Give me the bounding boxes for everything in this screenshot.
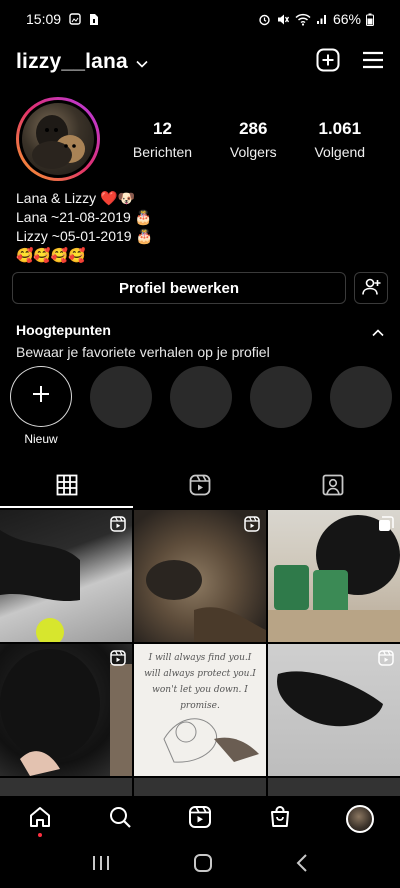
reel-icon	[378, 650, 394, 671]
post-thumbnail[interactable]: I will always find you.I will always pro…	[134, 644, 266, 776]
menu-icon[interactable]	[362, 50, 384, 75]
bottom-nav	[0, 796, 400, 842]
home-button-icon[interactable]	[193, 853, 213, 878]
chevron-up-icon[interactable]	[372, 324, 384, 342]
sim-icon	[89, 13, 99, 26]
stat-label: Volgend	[314, 143, 366, 160]
stat-value: 12	[153, 118, 172, 138]
post-thumbnail[interactable]	[134, 778, 266, 796]
search-icon	[108, 805, 132, 834]
nav-home[interactable]	[20, 799, 60, 839]
nav-search[interactable]	[100, 799, 140, 839]
highlights-row: Nieuw	[10, 366, 400, 446]
stat-value: 1.061	[318, 118, 362, 138]
bio-line: Lizzy ~05-01-2019 🎂	[16, 228, 153, 244]
battery-percent: 66%	[332, 11, 361, 27]
back-icon[interactable]	[295, 853, 309, 878]
post-thumbnail[interactable]	[0, 510, 132, 642]
post-thumbnail[interactable]	[0, 644, 132, 776]
highlights-title: Hoogtepunten	[16, 322, 111, 338]
post-thumbnail[interactable]	[0, 778, 132, 796]
highlight-placeholder	[330, 366, 392, 446]
profile-tabs	[0, 466, 400, 508]
nav-profile[interactable]	[340, 799, 380, 839]
photo-icon	[69, 13, 81, 25]
highlights-header: Hoogtepunten Bewaar je favoriete verhale…	[16, 322, 384, 360]
new-post-icon[interactable]	[316, 48, 340, 77]
bio-line: Lana ~21-08-2019 🎂	[16, 209, 153, 225]
highlight-placeholder	[170, 366, 232, 446]
tab-grid[interactable]	[0, 466, 134, 508]
system-navigation	[0, 842, 400, 888]
add-person-icon	[361, 278, 381, 299]
reel-icon	[110, 516, 126, 537]
post-thumbnail[interactable]	[268, 778, 400, 796]
profile-bio: Lana & Lizzy ❤️🐶 Lana ~21-08-2019 🎂 Lizz…	[16, 189, 153, 265]
post-thumbnail[interactable]	[268, 644, 400, 776]
reel-icon	[110, 650, 126, 671]
mute-icon	[276, 13, 290, 26]
wifi-icon	[295, 13, 311, 26]
battery-icon	[366, 13, 374, 26]
profile-stats: 12 Berichten 286 Volgers 1.061 Volgend	[114, 119, 384, 160]
profile-summary: 12 Berichten 286 Volgers 1.061 Volgend	[16, 96, 384, 182]
status-bar: 15:09 66%	[0, 0, 400, 38]
new-highlight-button[interactable]	[10, 366, 72, 427]
stat-posts[interactable]: 12 Berichten	[133, 119, 192, 160]
reel-icon	[244, 516, 260, 537]
profile-header: lizzy__lana	[0, 42, 400, 82]
username[interactable]: lizzy__lana	[16, 50, 128, 74]
profile-actions: Profiel bewerken	[12, 272, 388, 304]
highlights-subtitle: Bewaar je favoriete verhalen op je profi…	[16, 344, 270, 360]
post-thumbnail[interactable]	[134, 510, 266, 642]
alarm-icon	[258, 13, 271, 26]
profile-avatar[interactable]	[16, 97, 100, 181]
status-time: 15:09	[26, 11, 62, 27]
stat-following[interactable]: 1.061 Volgend	[314, 119, 365, 160]
chevron-down-icon[interactable]	[136, 55, 148, 73]
nav-shop[interactable]	[260, 799, 300, 839]
tab-reels[interactable]	[133, 466, 266, 508]
posts-grid: I will always find you.I will always pro…	[0, 510, 400, 796]
highlight-placeholder	[90, 366, 152, 446]
signal-icon	[316, 13, 328, 25]
reels-icon	[189, 474, 211, 501]
stat-followers[interactable]: 286 Volgers	[230, 119, 277, 160]
stat-label: Volgers	[229, 143, 277, 160]
nav-reels[interactable]	[180, 799, 220, 839]
notification-dot	[38, 833, 42, 837]
highlight-label: Nieuw	[24, 432, 58, 446]
home-icon	[28, 805, 52, 834]
grid-icon	[56, 474, 78, 501]
tagged-icon	[322, 474, 344, 501]
recent-apps-icon[interactable]	[91, 854, 111, 877]
highlight-placeholder	[250, 366, 312, 446]
highlight-new[interactable]: Nieuw	[10, 366, 72, 446]
shop-icon	[268, 805, 292, 834]
avatar-photo	[22, 103, 94, 175]
stat-value: 286	[239, 118, 268, 138]
discover-people-button[interactable]	[354, 272, 388, 304]
bio-name: Lana & Lizzy ❤️🐶	[16, 190, 135, 206]
stat-label: Berichten	[132, 143, 193, 160]
post-thumbnail[interactable]	[268, 510, 400, 642]
tab-tagged[interactable]	[267, 466, 400, 508]
edit-profile-button[interactable]: Profiel bewerken	[12, 272, 346, 304]
plus-icon	[31, 384, 51, 409]
reels-icon	[188, 805, 212, 834]
bio-line: 🥰🥰🥰🥰	[16, 247, 86, 263]
carousel-icon	[378, 516, 394, 537]
profile-avatar	[346, 805, 374, 833]
